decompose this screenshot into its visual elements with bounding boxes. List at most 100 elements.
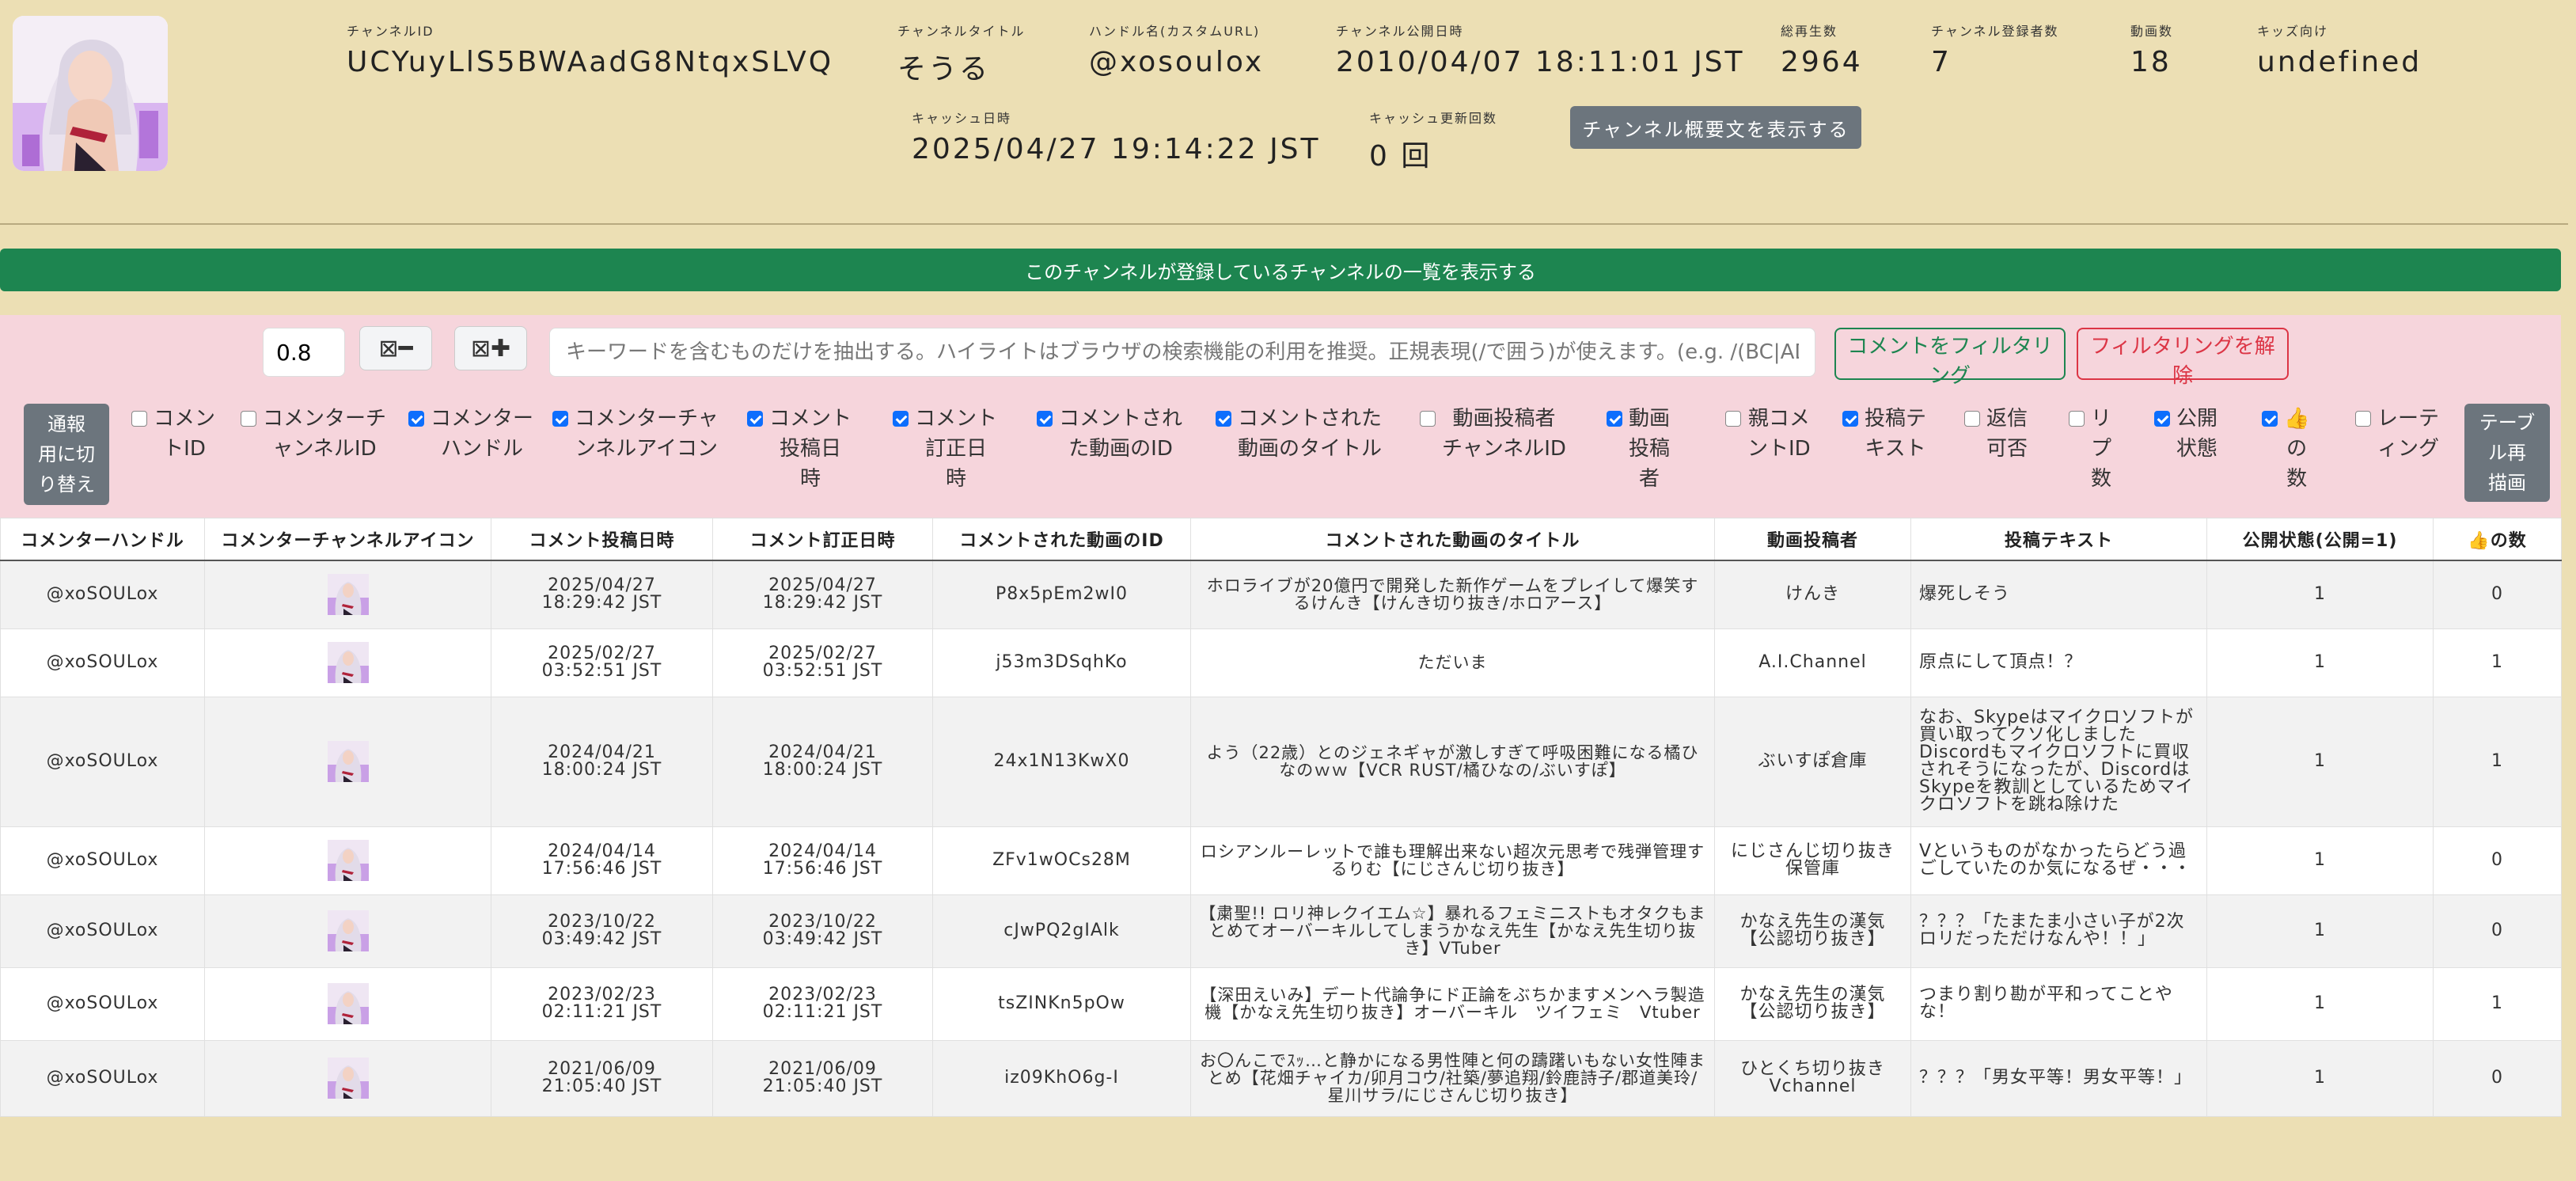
col-header-video-title[interactable]: コメントされた動画のタイトル <box>1190 518 1715 561</box>
rating-toggle-label: レーテ ィング <box>2377 407 2440 461</box>
public-status-toggle-label: 公開 状態 <box>2176 407 2218 461</box>
toggle-comment-id[interactable]: コメン トID <box>131 404 215 507</box>
subscribers-field: チャンネル登録者数 7 <box>1931 21 2059 78</box>
divider <box>0 223 2568 225</box>
public-status-checkbox[interactable] <box>2154 411 2170 427</box>
subscribers-value: 7 <box>1931 46 1952 78</box>
toggle-posted-date[interactable]: コメント 投稿日 時 <box>747 404 852 507</box>
table-row: @xoSOULox 2024/04/14 17:56:46 JST 2024/04/… <box>0 826 2562 895</box>
uploader-checkbox[interactable] <box>1607 411 1622 427</box>
cell-edited-date: 2021/06/09 21:05:40 JST <box>712 1039 933 1117</box>
commenter-handle-checkbox[interactable] <box>408 411 424 427</box>
cell-video-id[interactable]: P8x5pEm2wI0 <box>932 560 1191 629</box>
toggle-reply-count[interactable]: リ プ 数 <box>2069 404 2111 507</box>
redraw-table-button[interactable]: テーブ ル再 描画 <box>2464 404 2550 502</box>
cell-video-id[interactable]: 24x1N13KwX0 <box>932 696 1191 827</box>
clear-filter-button[interactable]: フィルタリングを解除 <box>2077 328 2289 388</box>
cell-public-status: 1 <box>2206 1039 2434 1117</box>
cell-like-count: 0 <box>2433 560 2562 629</box>
col-header-handle[interactable]: コメンターハンドル <box>0 518 205 561</box>
table-row: @xoSOULox 2023/10/22 03:49:42 JST 2023/10/… <box>0 894 2562 968</box>
cell-like-count: 0 <box>2433 894 2562 968</box>
reply-count-toggle-label: リ プ 数 <box>2091 407 2112 491</box>
commenter-icon-checkbox[interactable] <box>552 411 568 427</box>
reply-allowed-toggle-label: 返信 可否 <box>1986 407 2028 461</box>
toggle-commenter-channel-id[interactable]: コメンターチ ャンネルID <box>241 404 386 507</box>
cell-video-title: 【深田えいみ】デート代論争にド正論をぶちかますメンヘラ製造機【かなえ先生切り抜き… <box>1190 966 1715 1041</box>
cache-count-label: キャッシュ更新回数 <box>1369 111 1498 126</box>
col-header-icon[interactable]: コメンターチャンネルアイコン <box>204 518 491 561</box>
threshold-input[interactable] <box>263 328 345 377</box>
toggle-commenter-handle[interactable]: コメンター ハンドル <box>408 404 533 507</box>
channel-id-field: チャンネルID UCYuyLlS5BWAadG8NtqxSLVQ <box>347 21 833 78</box>
video-title-checkbox[interactable] <box>1216 411 1231 427</box>
toggle-public-status[interactable]: 公開 状態 <box>2154 404 2217 507</box>
table-header-row: コメンターハンドル コメンターチャンネルアイコン コメント投稿日時 コメント訂正… <box>0 518 2562 561</box>
col-header-likes[interactable]: 👍の数 <box>2433 518 2562 561</box>
col-header-video-id[interactable]: コメントされた動画のID <box>932 518 1191 561</box>
zoom-out-button[interactable]: ⊠━ <box>359 326 432 370</box>
cell-post-text: 爆死しそう <box>1910 560 2207 629</box>
posted-date-checkbox[interactable] <box>747 411 763 427</box>
cell-video-id[interactable]: iz09KhO6g-I <box>932 1039 1191 1117</box>
commenter-avatar-icon <box>327 1058 369 1099</box>
subscriptions-list-button[interactable]: このチャンネルが登録しているチャンネルの一覧を表示する <box>0 249 2561 291</box>
show-description-button[interactable]: チャンネル概要文を表示する <box>1570 106 1861 149</box>
col-header-uploader[interactable]: 動画投稿者 <box>1714 518 1911 561</box>
cell-video-id[interactable]: cJwPQ2gIAlk <box>932 894 1191 968</box>
like-count-checkbox[interactable] <box>2262 411 2278 427</box>
toggle-video-id[interactable]: コメントされ た動画のID <box>1037 404 1182 507</box>
cache-date-label: キャッシュ日時 <box>912 111 1012 126</box>
uploader-channel-id-checkbox[interactable] <box>1420 411 1436 427</box>
reply-count-checkbox[interactable] <box>2069 411 2085 427</box>
channel-title-label: チャンネルタイトル <box>897 24 1026 39</box>
total-views-field: 総再生数 2964 <box>1781 21 1863 78</box>
toggle-like-count[interactable]: 👍 の 数 <box>2262 404 2309 507</box>
col-header-edited[interactable]: コメント訂正日時 <box>712 518 933 561</box>
toggle-edited-date[interactable]: コメント 訂正日 時 <box>893 404 997 507</box>
reply-allowed-checkbox[interactable] <box>1964 411 1980 427</box>
cell-public-status: 1 <box>2206 966 2434 1041</box>
cell-video-id[interactable]: j53m3DSqhKo <box>932 628 1191 697</box>
commenter-channel-id-checkbox[interactable] <box>241 411 256 427</box>
toggle-uploader-channel-id[interactable]: 動画投稿者 チャンネルID <box>1420 404 1566 507</box>
col-header-text[interactable]: 投稿テキスト <box>1910 518 2207 561</box>
toggle-reply-allowed[interactable]: 返信 可否 <box>1964 404 2028 507</box>
cell-video-id[interactable]: tsZINKn5pOw <box>932 966 1191 1041</box>
post-text-checkbox[interactable] <box>1842 411 1858 427</box>
cell-video-title: ホロライブが20億円で開発した新作ゲームをプレイして爆笑するけんき【けんき切り抜… <box>1190 560 1715 629</box>
col-header-public[interactable]: 公開状態(公開=1) <box>2206 518 2434 561</box>
cell-public-status: 1 <box>2206 696 2434 827</box>
table-row: @xoSOULox 2024/04/21 18:00:24 JST 2024/04/… <box>0 696 2562 827</box>
cell-edited-date: 2023/02/23 02:11:21 JST <box>712 966 933 1041</box>
parent-comment-id-toggle-label: 親コメ ントID <box>1747 407 1811 461</box>
cell-uploader: かなえ先生の漢気【公認切り抜き】 <box>1714 894 1911 968</box>
cell-video-id[interactable]: ZFv1wOCs28M <box>932 826 1191 895</box>
cell-edited-date: 2025/02/27 03:52:51 JST <box>712 628 933 697</box>
video-id-checkbox[interactable] <box>1037 411 1053 427</box>
cell-handle: @xoSOULox <box>0 966 205 1041</box>
toggle-uploader[interactable]: 動画 投稿 者 <box>1607 404 1670 507</box>
cell-public-status: 1 <box>2206 894 2434 968</box>
cell-posted-date: 2023/02/23 02:11:21 JST <box>491 966 713 1041</box>
keyword-filter-input[interactable] <box>549 328 1815 377</box>
subscribers-label: チャンネル登録者数 <box>1931 24 2059 39</box>
toggle-parent-comment-id[interactable]: 親コメ ントID <box>1725 404 1811 507</box>
toggle-video-title[interactable]: コメントされた 動画のタイトル <box>1216 404 1382 507</box>
toggle-rating[interactable]: レーテ ィング <box>2355 404 2439 507</box>
col-header-posted[interactable]: コメント投稿日時 <box>491 518 713 561</box>
cell-uploader: にじさんじ切り抜き保管庫 <box>1714 826 1911 895</box>
comment-id-checkbox[interactable] <box>131 411 147 427</box>
parent-comment-id-checkbox[interactable] <box>1725 411 1741 427</box>
toggle-post-text[interactable]: 投稿テ キスト <box>1842 404 1926 507</box>
toggle-commenter-icon[interactable]: コメンターチャ ンネルアイコン <box>552 404 719 507</box>
edited-date-checkbox[interactable] <box>893 411 909 427</box>
report-mode-button[interactable]: 通報 用に切 り替え <box>24 404 109 505</box>
zoom-in-button[interactable]: ⊠✚ <box>454 326 527 370</box>
filter-comments-button[interactable]: コメントをフィルタリング <box>1834 328 2066 388</box>
posted-date-toggle-label: コメント 投稿日 時 <box>769 407 852 491</box>
post-text-toggle-label: 投稿テ キスト <box>1865 407 1927 461</box>
rating-checkbox[interactable] <box>2355 411 2371 427</box>
cell-video-title: 【粛聖!! ロリ神レクイエム☆】暴れるフェミニストもオタクもまとめてオーバーキル… <box>1190 894 1715 968</box>
comments-table: コメンターハンドル コメンターチャンネルアイコン コメント投稿日時 コメント訂正… <box>0 518 2562 1117</box>
